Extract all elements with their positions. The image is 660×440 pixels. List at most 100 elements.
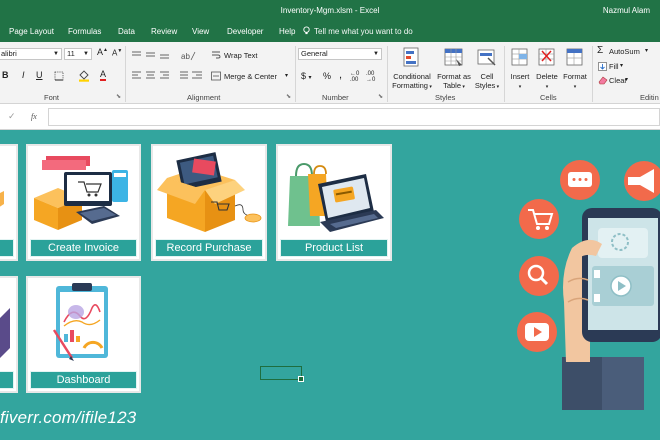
shopping-laptop-icon [288,162,384,232]
tell-me-search[interactable]: Tell me what you want to do [314,27,413,36]
formula-bar: ✓ fx [0,104,660,130]
product-list-card[interactable]: Product List [276,144,392,261]
editing-group-label: Editin [640,93,659,102]
underline-icon[interactable]: U [36,70,43,80]
chevron-down-icon: ▼ [373,51,379,57]
chevron-down-icon: ▼ [53,51,59,57]
fill-button[interactable]: Fill [609,62,619,71]
sigma-icon[interactable]: Σ [597,45,603,56]
partial-menu-card[interactable] [0,144,18,261]
insert-label: Insert [510,72,530,81]
currency-icon[interactable]: $ ▾ [301,71,312,81]
delete-cells-icon [538,48,555,66]
record-purchase-button[interactable]: Record Purchase [155,239,263,257]
product-list-button[interactable]: Product List [280,239,388,257]
font-name-dropdown[interactable]: alibri ▼ [0,48,62,60]
wrap-text-button[interactable]: Wrap Text [224,51,258,60]
conditional-formatting-icon [403,47,419,67]
partial-menu-card[interactable] [0,276,18,393]
chevron-down-icon[interactable]: ▾ [645,47,648,54]
number-group-label: Number [322,93,349,102]
fill-color-icon[interactable] [78,69,90,82]
font-size-value: 11 [67,49,75,58]
autosum-button[interactable]: AutoSum [609,47,640,56]
dialog-launcher-icon[interactable]: ⬊ [378,93,383,100]
comma-icon[interactable]: , [339,70,342,81]
purchase-box-icon [157,152,262,232]
tab-formulas[interactable]: Formulas [68,27,101,36]
dashboard-card[interactable]: Dashboard [26,276,141,393]
vertical-align-icon[interactable] [131,50,171,60]
borders-icon[interactable] [54,71,64,81]
chevron-down-icon[interactable]: ▾ [285,72,288,79]
create-invoice-button[interactable]: Create Invoice [30,239,137,257]
tab-developer[interactable]: Developer [227,27,263,36]
merge-center-icon[interactable] [211,71,221,81]
tab-review[interactable]: Review [151,27,177,36]
enter-check-icon[interactable]: ✓ [8,111,16,122]
title-bar: Inventory-Mgm.xlsm - Excel Nazmul Alam [0,0,660,20]
wrap-text-icon[interactable] [211,50,221,60]
group-divider [125,46,126,102]
user-name[interactable]: Nazmul Alam [603,6,650,15]
conditional-label: Conditional [393,72,431,81]
tab-data[interactable]: Data [118,27,135,36]
merge-center-button[interactable]: Merge & Center [224,72,277,81]
decrease-decimal-icon[interactable]: .00 →0 [366,71,375,83]
chevron-down-icon[interactable]: ▾ [625,76,628,83]
number-format-dropdown[interactable]: General ▼ [298,48,382,60]
record-purchase-card[interactable]: Record Purchase [151,144,267,261]
clipboard-chart-icon [52,283,108,361]
lightbulb-icon [303,26,310,35]
create-invoice-card[interactable]: Create Invoice [26,144,141,261]
formula-input[interactable] [48,108,660,126]
font-group-label: Font [44,93,60,102]
font-color-icon[interactable]: A [100,69,107,81]
ribbon: alibri ▼ 11 ▼ A▲ A▼ B I U A Font ⬊ ab Wrap… [0,42,660,104]
conditional-formatting-button[interactable]: Conditional Formatting ▾ [389,45,435,93]
styles-label: Styles [474,81,496,90]
dashboard-button[interactable]: Dashboard [30,371,137,389]
chevron-down-icon[interactable]: ▾ [620,62,623,69]
partial-button-bar[interactable] [0,371,14,389]
grow-font-icon[interactable]: A▲ [97,47,108,57]
cell-styles-button[interactable]: Cell Styles ▾ [472,45,502,93]
cell-label: Cell [480,72,494,81]
insert-cells-icon [511,48,528,66]
chevron-down-icon: ▼ [83,51,89,57]
search-icon [519,256,559,296]
indent-icon[interactable] [176,71,204,81]
delete-button[interactable]: Delete ▾ [533,45,561,93]
percent-icon[interactable]: % [323,71,331,81]
font-size-dropdown[interactable]: 11 ▼ [64,48,92,60]
cells-group-label: Cells [540,93,557,102]
partial-button-bar[interactable] [0,239,14,257]
ribbon-tabs: Page Layout Formulas Data Review View De… [0,20,660,42]
orientation-icon[interactable]: ab [180,49,196,61]
tab-view[interactable]: View [192,27,209,36]
insert-function-button[interactable]: fx [31,112,37,121]
tab-page-layout[interactable]: Page Layout [9,27,54,36]
format-as-table-button[interactable]: Format as Table ▾ [434,45,474,93]
alignment-group-label: Alignment [187,93,221,102]
bold-icon[interactable]: B [2,70,9,80]
dialog-launcher-icon[interactable]: ⬊ [286,93,291,100]
dialog-launcher-icon[interactable]: ⬊ [116,93,121,100]
italic-icon[interactable]: I [22,70,25,80]
format-as-table-icon [444,48,463,66]
eraser-icon[interactable] [598,76,608,85]
worksheet[interactable]: Create Invoice Record Purchase Product L… [0,130,660,440]
shrink-font-icon[interactable]: A▼ [112,48,122,58]
format-button[interactable]: Format ▾ [560,45,590,93]
format-cells-icon [566,48,583,66]
increase-decimal-icon[interactable]: ←0.00 [350,71,359,83]
tab-help[interactable]: Help [279,27,295,36]
selected-cell[interactable] [260,366,304,382]
partial-illustration-icon [0,308,10,358]
horizontal-align-icon[interactable] [131,71,171,81]
shopping-cart-icon [519,199,559,239]
table-label: Table [443,81,462,90]
fill-down-icon[interactable] [598,62,607,71]
insert-button[interactable]: Insert ▾ [506,45,534,93]
group-divider [504,46,505,102]
